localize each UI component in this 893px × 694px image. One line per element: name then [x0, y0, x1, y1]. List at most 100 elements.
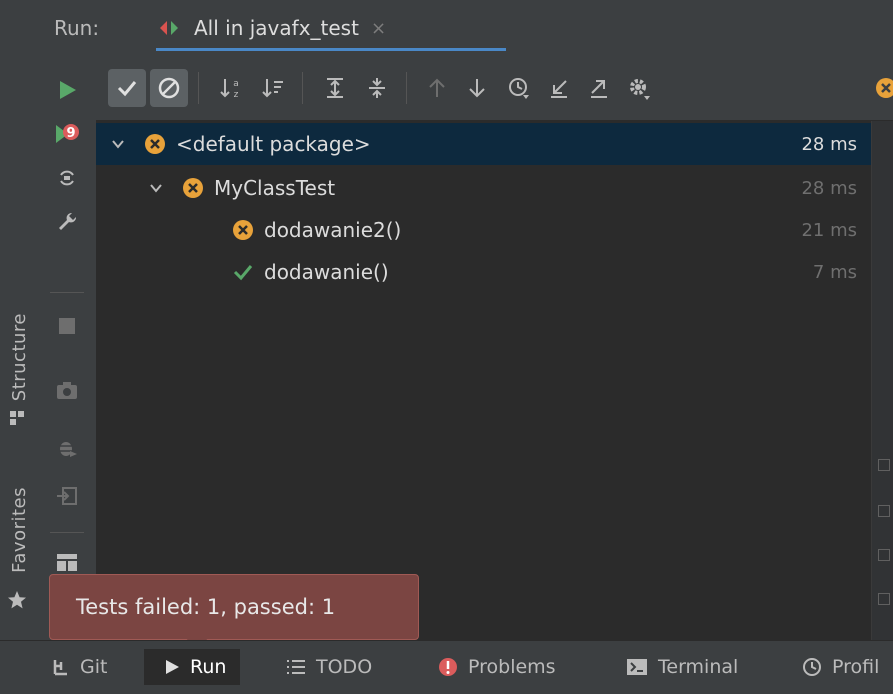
- clock-icon: [509, 78, 529, 99]
- passed-icon: [233, 265, 253, 281]
- star-icon: [7, 590, 27, 610]
- chevron-down-icon: [112, 140, 124, 149]
- fold-marker-icon[interactable]: [878, 549, 890, 561]
- tree-row-default-package[interactable]: <default package> 28 ms: [96, 123, 871, 165]
- balloon-text: Tests failed: 1, passed: 1: [76, 595, 336, 619]
- close-tab-icon[interactable]: ×: [371, 18, 386, 39]
- problems-tool-tab[interactable]: Problems: [430, 649, 564, 685]
- previous-failed-test-button[interactable]: [418, 69, 456, 107]
- svg-text:9: 9: [66, 126, 75, 141]
- tests-result-balloon[interactable]: Tests failed: 1, passed: 1: [49, 574, 419, 640]
- export-test-results-button[interactable]: [580, 69, 618, 107]
- gear-icon: [630, 79, 650, 100]
- wrench-icon: [59, 212, 77, 230]
- bug-icon: [59, 442, 77, 457]
- layout-icon: [57, 554, 77, 571]
- sort-by-duration-button[interactable]: [254, 69, 292, 107]
- attach-debugger-button[interactable]: [38, 426, 96, 470]
- fold-marker-icon[interactable]: [878, 459, 890, 471]
- run-tool-tab[interactable]: Run: [144, 649, 241, 685]
- toggle-auto-test-button[interactable]: [38, 156, 96, 200]
- expand-all-icon: [327, 78, 343, 98]
- edit-configuration-button[interactable]: [38, 200, 96, 244]
- import-tests-button[interactable]: [38, 474, 96, 518]
- import-test-results-button[interactable]: [540, 69, 578, 107]
- auto-test-icon: [60, 170, 74, 186]
- camera-icon: [57, 382, 77, 399]
- collapse-all-icon: [369, 78, 385, 98]
- profiler-tool-tab[interactable]: Profil: [794, 649, 879, 685]
- tree-row-label: <default package>: [176, 132, 371, 156]
- test-run-icon: [158, 17, 180, 39]
- bottom-tool-window-bar: Git Run TODO Problems Terminal Profil: [0, 640, 893, 694]
- problems-tab-label: Problems: [468, 656, 556, 678]
- todo-tool-tab[interactable]: TODO: [278, 649, 380, 685]
- ignored-icon: [158, 77, 180, 99]
- run-tab-all-in-javafx-test[interactable]: All in javafx_test ×: [156, 8, 506, 51]
- structure-icon: [10, 410, 24, 425]
- expand-all-button[interactable]: [316, 69, 354, 107]
- stop-icon: [59, 318, 75, 334]
- fold-marker-icon[interactable]: [878, 593, 890, 605]
- todo-icon: [287, 660, 305, 674]
- test-tree: <default package> 28 ms MyClassTest 28 m…: [96, 121, 893, 640]
- dump-threads-button[interactable]: [38, 368, 96, 412]
- tree-row-duration: 28 ms: [801, 177, 857, 199]
- run-actions-toolbar: 9: [38, 56, 97, 640]
- settings-button[interactable]: [620, 69, 658, 107]
- rerun-button[interactable]: [38, 68, 96, 112]
- tree-row-duration: 28 ms: [801, 133, 857, 155]
- favorites-tool-tab[interactable]: Favorites: [0, 470, 38, 590]
- stop-button[interactable]: [38, 304, 96, 348]
- failed-icon: [145, 134, 165, 154]
- rerun-failed-icon: 9: [56, 124, 79, 143]
- tree-row-duration: 21 ms: [801, 219, 857, 241]
- show-passed-toggle[interactable]: [108, 69, 146, 107]
- play-icon: [60, 81, 76, 99]
- profiler-tab-label: Profil: [832, 656, 880, 678]
- run-tab-label: Run: [190, 656, 227, 678]
- test-history-button[interactable]: [500, 69, 538, 107]
- tree-row-label: dodawanie2(): [264, 218, 402, 242]
- tool-window-title: Run:: [54, 16, 100, 40]
- sort-duration-icon: [262, 79, 283, 98]
- git-icon: [53, 660, 67, 676]
- rerun-failed-tests-button[interactable]: 9: [38, 112, 96, 156]
- failed-icon: [183, 178, 203, 198]
- todo-tab-label: TODO: [316, 656, 373, 678]
- run-tab-label: All in javafx_test: [194, 16, 359, 40]
- import-icon: [57, 487, 77, 505]
- test-results-toolbar: az: [96, 56, 893, 121]
- terminal-tool-tab[interactable]: Terminal: [618, 649, 746, 685]
- show-ignored-toggle[interactable]: [150, 69, 188, 107]
- favorites-tab-label: Favorites: [8, 487, 30, 573]
- arrow-down-icon: [469, 79, 485, 98]
- svg-text:z: z: [234, 90, 239, 100]
- tree-row-dodawanie2[interactable]: dodawanie2() 21 ms: [96, 209, 871, 251]
- run-icon: [166, 660, 179, 674]
- fold-marker-icon[interactable]: [878, 505, 890, 517]
- output-gutter: [871, 121, 893, 640]
- next-failed-test-button[interactable]: [458, 69, 496, 107]
- import-results-icon: [551, 80, 567, 98]
- git-tab-label: Git: [80, 656, 108, 678]
- sort-alphabetically-button[interactable]: az: [212, 69, 250, 107]
- export-results-icon: [591, 80, 607, 98]
- problems-icon: [439, 658, 457, 676]
- run-tool-window-header: Run: All in javafx_test ×: [38, 0, 893, 57]
- tree-row-myclasstest[interactable]: MyClassTest 28 ms: [96, 167, 871, 209]
- profiler-icon: [803, 658, 821, 676]
- failed-icon: [233, 220, 253, 240]
- collapse-all-button[interactable]: [358, 69, 396, 107]
- sort-alpha-icon: az: [220, 79, 239, 100]
- svg-text:a: a: [233, 79, 239, 89]
- tree-row-duration: 7 ms: [812, 261, 857, 283]
- terminal-icon: [627, 659, 647, 675]
- tree-row-label: dodawanie(): [264, 260, 389, 284]
- git-tool-tab[interactable]: Git: [40, 649, 119, 685]
- check-icon: [117, 81, 137, 97]
- tree-row-label: MyClassTest: [214, 176, 336, 200]
- tree-row-dodawanie[interactable]: dodawanie() 7 ms: [96, 251, 871, 293]
- terminal-tab-label: Terminal: [658, 656, 739, 678]
- failed-status-icon: [874, 76, 893, 100]
